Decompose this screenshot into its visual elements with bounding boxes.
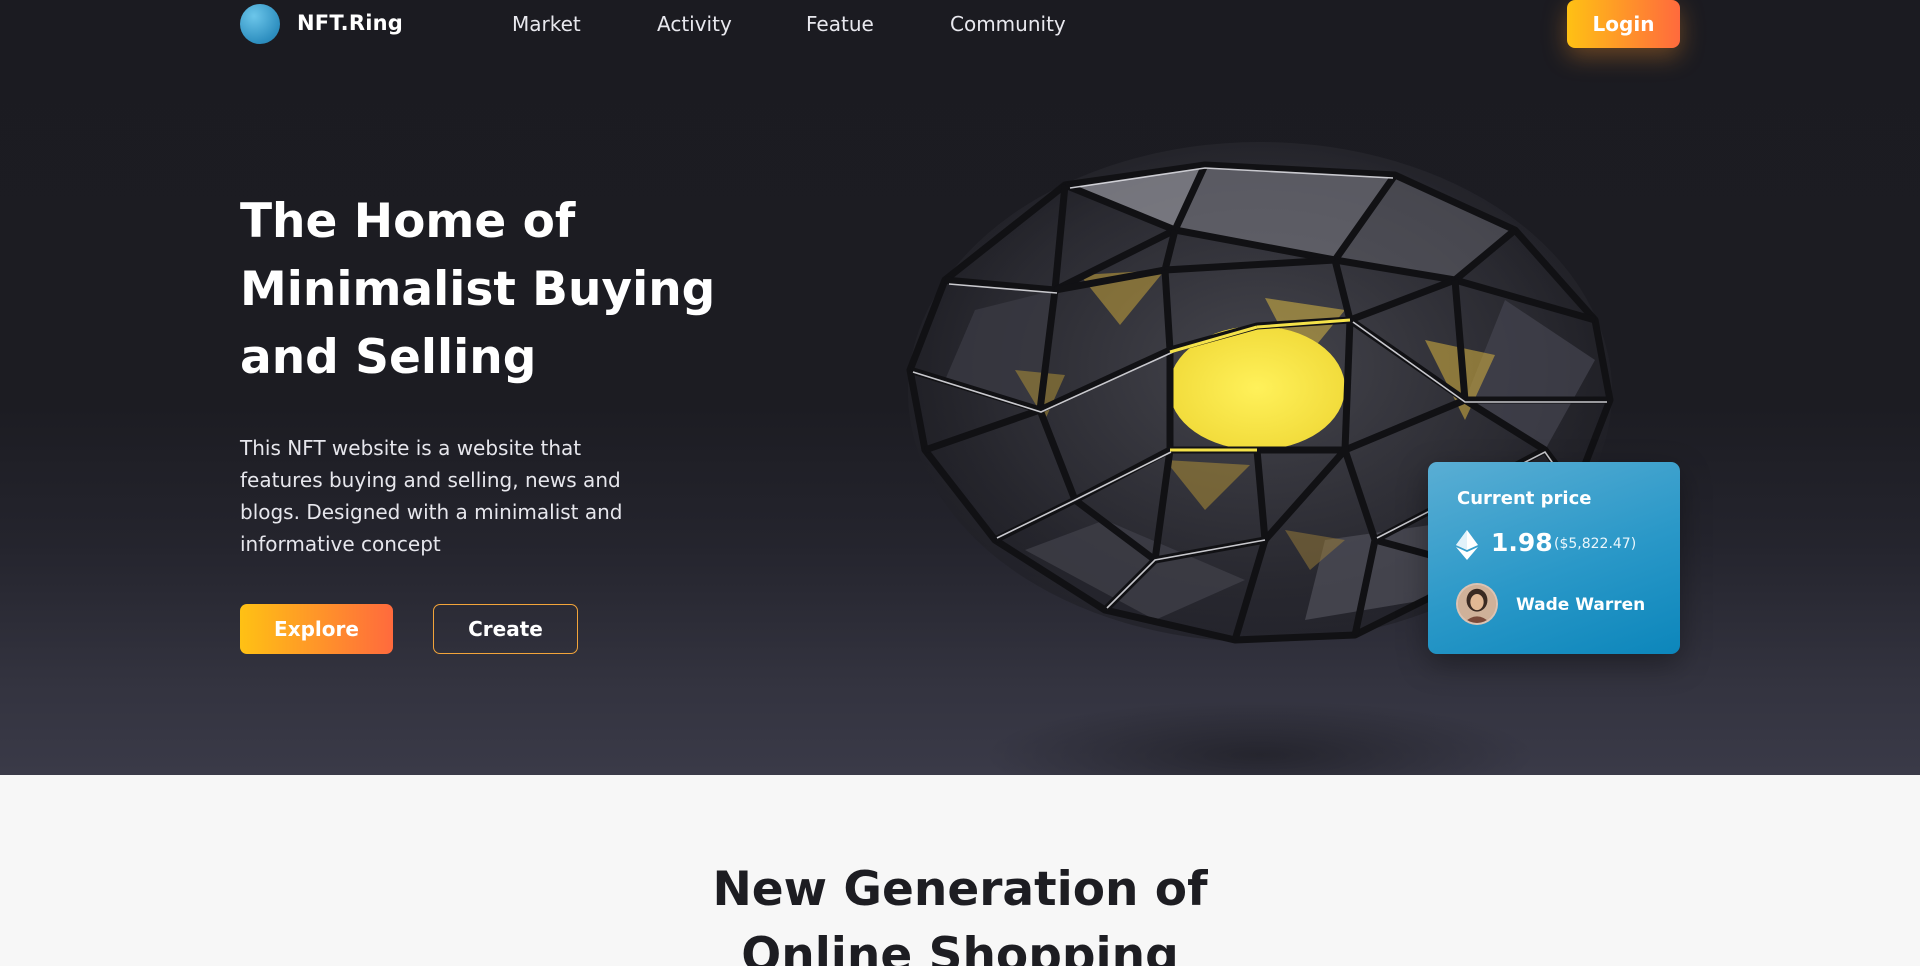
nav-link-featue[interactable]: Featue — [806, 12, 874, 36]
section-title-line: New Generation of — [712, 862, 1208, 917]
ethereum-icon — [1456, 530, 1478, 560]
section-title-line: Online Shopping — [741, 928, 1179, 966]
section-title: New Generation of Online Shopping — [0, 857, 1920, 966]
login-button[interactable]: Login — [1567, 0, 1680, 48]
explore-button[interactable]: Explore — [240, 604, 393, 654]
top-navbar: NFT.Ring Market Activity Featue Communit… — [0, 0, 1920, 48]
price-card-label: Current price — [1457, 488, 1592, 509]
brand-name[interactable]: NFT.Ring — [297, 11, 403, 35]
nav-link-market[interactable]: Market — [512, 12, 581, 36]
price-usd: ($5,822.47) — [1554, 536, 1637, 552]
hero-title: The Home of Minimalist Buying and Sellin… — [240, 188, 800, 392]
price-value: 1.98 — [1491, 528, 1553, 557]
nav-link-community[interactable]: Community — [950, 12, 1066, 36]
nav-link-activity[interactable]: Activity — [657, 12, 732, 36]
hero-description: This NFT website is a website that featu… — [240, 436, 623, 556]
hero-title-line: Minimalist Buying — [240, 262, 716, 317]
owner-name: Wade Warren — [1516, 595, 1646, 615]
current-price-card[interactable]: Current price 1.98 ($5,822.47) Wade Warr… — [1428, 462, 1680, 654]
hero-floor-shadow — [980, 700, 1540, 775]
owner-avatar-image — [1458, 585, 1496, 623]
hero-title-line: The Home of — [240, 194, 576, 249]
brand-logo-icon[interactable] — [240, 4, 280, 44]
new-generation-section: New Generation of Online Shopping — [0, 775, 1920, 966]
hero-title-line: and Selling — [240, 330, 537, 385]
owner-avatar[interactable] — [1456, 583, 1498, 625]
create-button[interactable]: Create — [433, 604, 578, 654]
hero-section: NFT.Ring Market Activity Featue Communit… — [0, 0, 1920, 775]
